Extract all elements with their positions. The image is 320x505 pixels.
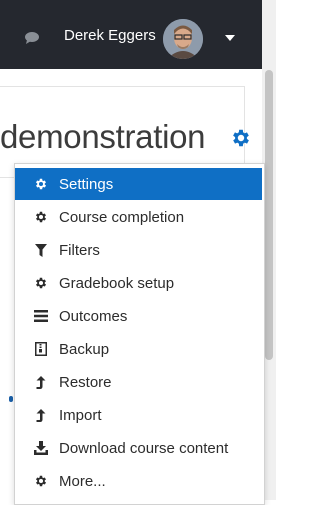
course-actions-dropdown: Settings Course completion Filters Grade… [14, 163, 265, 505]
menu-item-course-completion[interactable]: Course completion [15, 201, 262, 233]
caret-down-icon[interactable] [225, 35, 235, 41]
avatar[interactable] [163, 19, 203, 59]
page-marker [9, 396, 13, 402]
filter-icon [34, 243, 48, 257]
download-icon [34, 441, 48, 455]
gear-icon [34, 276, 48, 290]
gear-icon[interactable] [230, 127, 252, 149]
menu-item-label: Download course content [59, 439, 229, 457]
menu-item-label: Gradebook setup [59, 274, 175, 292]
menu-item-label: Settings [59, 175, 114, 193]
level-up-icon [34, 408, 48, 422]
menu-item-more[interactable]: More... [15, 465, 262, 497]
menu-item-label: Backup [59, 340, 110, 358]
level-up-icon [34, 375, 48, 389]
menu-item-restore[interactable]: Restore [15, 366, 262, 398]
chat-icon[interactable] [25, 31, 39, 44]
menu-item-label: Restore [59, 373, 112, 391]
file-archive-icon [34, 342, 48, 356]
menu-item-download-course-content[interactable]: Download course content [15, 432, 262, 464]
menu-item-label: Outcomes [59, 307, 128, 325]
gear-icon [34, 474, 48, 488]
navbar: Derek Eggers [0, 0, 262, 69]
course-title: demonstration [0, 118, 206, 155]
menu-item-settings[interactable]: Settings [15, 168, 262, 200]
menu-item-label: Import [59, 406, 102, 424]
gear-icon [34, 177, 48, 191]
user-name[interactable]: Derek Eggers [64, 27, 156, 44]
list-icon [34, 309, 48, 323]
menu-item-gradebook-setup[interactable]: Gradebook setup [15, 267, 262, 299]
menu-item-backup[interactable]: Backup [15, 333, 262, 365]
menu-item-import[interactable]: Import [15, 399, 262, 431]
menu-item-outcomes[interactable]: Outcomes [15, 300, 262, 332]
menu-item-label: Filters [59, 241, 100, 259]
menu-item-label: More... [59, 472, 106, 490]
menu-item-label: Course completion [59, 208, 185, 226]
menu-item-filters[interactable]: Filters [15, 234, 262, 266]
scrollbar-thumb[interactable] [265, 70, 273, 360]
gear-icon [34, 210, 48, 224]
